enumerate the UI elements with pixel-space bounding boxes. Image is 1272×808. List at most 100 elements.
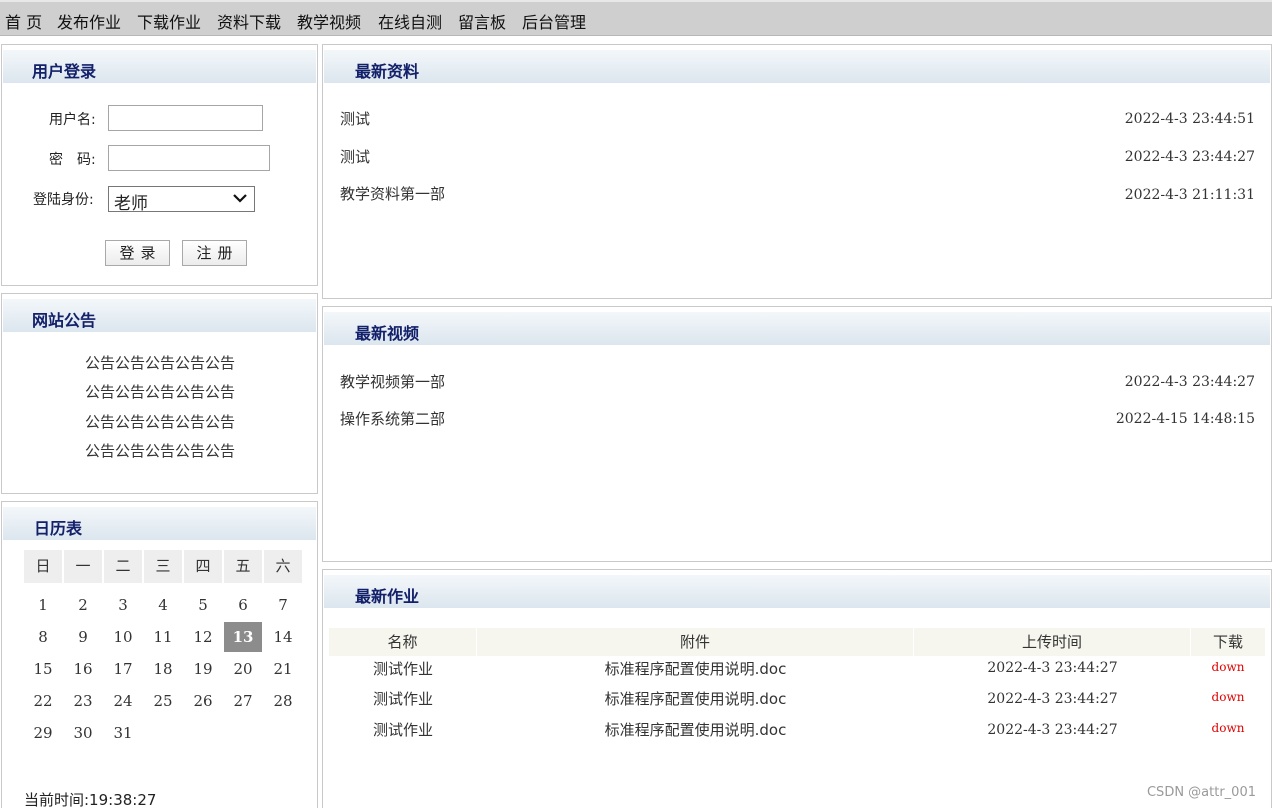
materials-panel-header: 最新资料 <box>324 50 1270 83</box>
calendar-weekday: 二 <box>104 550 142 583</box>
calendar-day[interactable]: 17 <box>104 654 142 684</box>
videos-panel-header: 最新视频 <box>324 312 1270 345</box>
calendar-day[interactable]: 30 <box>64 718 102 748</box>
calendar-day[interactable]: 20 <box>224 654 262 684</box>
nav-online-test[interactable]: 在线自测 <box>378 9 442 33</box>
nav-message-board[interactable]: 留言板 <box>458 9 506 33</box>
watermark: CSDN @attr_001 <box>1146 785 1256 800</box>
calendar-day[interactable]: 6 <box>224 590 262 620</box>
nav-home[interactable]: 首 页 <box>5 9 42 33</box>
material-item-title[interactable]: 测试 <box>340 146 370 167</box>
calendar-weekday: 六 <box>264 550 302 583</box>
password-input[interactable] <box>108 145 270 171</box>
videos-title: 最新视频 <box>355 324 420 343</box>
password-label: 密 码: <box>49 152 96 168</box>
material-item-date: 2022-4-3 23:44:51 <box>1124 111 1255 127</box>
videos-panel: 最新视频 教学视频第一部 2022-4-3 23:44:27 操作系统第二部 2… <box>322 306 1272 562</box>
materials-panel: 最新资料 测试 2022-4-3 23:44:51 测试 2022-4-3 23… <box>322 44 1272 299</box>
calendar-day[interactable]: 15 <box>24 654 62 684</box>
homework-upload-time: 2022-4-3 23:44:27 <box>987 722 1118 738</box>
calendar-day[interactable]: 31 <box>104 718 142 748</box>
download-link[interactable]: down <box>1191 721 1265 735</box>
calendar-weekday: 四 <box>184 550 222 583</box>
homework-upload-time: 2022-4-3 23:44:27 <box>987 660 1118 676</box>
video-item-title[interactable]: 操作系统第二部 <box>340 408 445 429</box>
nav-publish-homework[interactable]: 发布作业 <box>57 9 121 33</box>
calendar-weekday: 五 <box>224 550 262 583</box>
calendar-day[interactable]: 8 <box>24 622 62 652</box>
notice-panel-header: 网站公告 <box>3 299 316 332</box>
calendar-day[interactable]: 12 <box>184 622 222 652</box>
homework-attachment[interactable]: 标准程序配置使用说明.doc <box>477 688 914 709</box>
material-item-title[interactable]: 测试 <box>340 108 370 129</box>
column-header-name: 名称 <box>329 628 477 656</box>
material-item-title[interactable]: 教学资料第一部 <box>340 183 445 204</box>
calendar-weekday: 一 <box>64 550 102 583</box>
calendar-panel-header: 日历表 <box>3 507 316 540</box>
homework-attachment[interactable]: 标准程序配置使用说明.doc <box>477 658 914 679</box>
video-item-title[interactable]: 教学视频第一部 <box>340 371 445 392</box>
calendar-day[interactable]: 3 <box>104 590 142 620</box>
calendar-day-today[interactable]: 13 <box>224 622 262 652</box>
calendar-day[interactable]: 11 <box>144 622 182 652</box>
homework-table-header: 名称 附件 上传时间 下载 <box>329 628 1265 656</box>
column-header-upload-time: 上传时间 <box>914 628 1191 656</box>
material-item-date: 2022-4-3 23:44:27 <box>1124 149 1255 165</box>
calendar-day[interactable]: 7 <box>264 590 302 620</box>
calendar-day[interactable]: 21 <box>264 654 302 684</box>
video-item-date: 2022-4-3 23:44:27 <box>1124 374 1255 390</box>
homework-panel-header: 最新作业 <box>324 575 1270 608</box>
column-header-attachment: 附件 <box>477 628 914 656</box>
role-select-value: 老师 <box>114 194 148 214</box>
nav-teaching-videos[interactable]: 教学视频 <box>297 9 361 33</box>
role-select[interactable]: 老师 <box>108 186 255 214</box>
nav-admin[interactable]: 后台管理 <box>522 9 586 33</box>
video-item-date: 2022-4-15 14:48:15 <box>1115 411 1255 427</box>
login-panel: 用户登录 用户名: 密 码: 登陆身份: 老师 登录 注册 <box>1 44 318 286</box>
material-item-date: 2022-4-3 21:11:31 <box>1124 187 1255 203</box>
role-label: 登陆身份: <box>33 192 94 208</box>
download-link[interactable]: down <box>1191 690 1265 704</box>
notice-line: 公告公告公告公告公告 <box>84 354 235 372</box>
current-time: 当前时间:19:38:27 <box>24 791 157 808</box>
homework-name: 测试作业 <box>372 660 433 678</box>
calendar-day[interactable]: 29 <box>24 718 62 748</box>
notice-panel: 网站公告 公告公告公告公告公告 公告公告公告公告公告 公告公告公告公告公告 公告… <box>1 293 318 494</box>
calendar-day[interactable]: 5 <box>184 590 222 620</box>
materials-title: 最新资料 <box>355 62 420 81</box>
notice-title: 网站公告 <box>32 311 97 330</box>
top-nav: 首 页 发布作业 下载作业 资料下载 教学视频 在线自测 留言板 后台管理 <box>0 0 1272 36</box>
calendar-title: 日历表 <box>34 519 83 538</box>
calendar-day[interactable]: 14 <box>264 622 302 652</box>
nav-download-homework[interactable]: 下载作业 <box>137 9 201 33</box>
homework-title: 最新作业 <box>355 587 420 606</box>
calendar-day[interactable]: 2 <box>64 590 102 620</box>
notice-line: 公告公告公告公告公告 <box>84 442 235 460</box>
username-label: 用户名: <box>49 112 96 128</box>
calendar-day[interactable]: 24 <box>104 686 142 716</box>
register-button[interactable]: 注册 <box>182 240 247 266</box>
homework-attachment[interactable]: 标准程序配置使用说明.doc <box>477 719 914 740</box>
calendar-day[interactable]: 19 <box>184 654 222 684</box>
calendar-day[interactable]: 16 <box>64 654 102 684</box>
calendar-day[interactable]: 25 <box>144 686 182 716</box>
calendar-day[interactable]: 28 <box>264 686 302 716</box>
username-input[interactable] <box>108 105 263 131</box>
calendar-day[interactable]: 22 <box>24 686 62 716</box>
login-button[interactable]: 登录 <box>105 240 170 266</box>
homework-panel: 最新作业 名称 附件 上传时间 下载 测试作业 标准程序配置使用说明.doc 2… <box>322 569 1272 808</box>
download-link[interactable]: down <box>1191 660 1265 674</box>
calendar-day[interactable]: 1 <box>24 590 62 620</box>
calendar-day[interactable]: 10 <box>104 622 142 652</box>
nav-materials-download[interactable]: 资料下载 <box>217 9 281 33</box>
calendar-day[interactable]: 18 <box>144 654 182 684</box>
calendar-weekday: 三 <box>144 550 182 583</box>
homework-upload-time: 2022-4-3 23:44:27 <box>987 691 1118 707</box>
calendar-day[interactable]: 27 <box>224 686 262 716</box>
column-header-download: 下载 <box>1212 633 1243 651</box>
calendar-day[interactable]: 4 <box>144 590 182 620</box>
calendar-day[interactable]: 26 <box>184 686 222 716</box>
notice-line: 公告公告公告公告公告 <box>84 413 235 431</box>
calendar-day[interactable]: 9 <box>64 622 102 652</box>
calendar-day[interactable]: 23 <box>64 686 102 716</box>
